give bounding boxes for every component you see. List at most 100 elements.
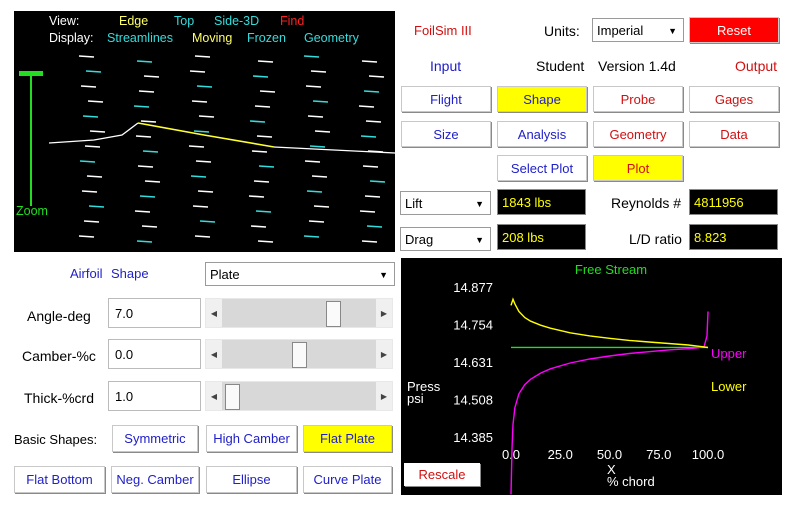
- lift-select[interactable]: Lift ▼: [400, 191, 491, 215]
- view-side3d-option[interactable]: Side-3D: [214, 14, 259, 28]
- airfoil-label: Airfoil: [70, 266, 103, 281]
- streamline-dash: [78, 55, 95, 58]
- streamline-dash: [140, 120, 157, 123]
- x-tick-label: 75.0: [646, 447, 671, 462]
- camber-slider-thumb[interactable]: [292, 342, 307, 368]
- rescale-button[interactable]: Rescale: [404, 463, 480, 486]
- streamline-dash: [361, 60, 378, 63]
- streamline-dash: [303, 235, 320, 238]
- streamline-dash: [194, 55, 211, 58]
- streamline-dash: [89, 130, 106, 133]
- chart-title: Free Stream: [575, 262, 647, 277]
- streamline-dash: [195, 160, 212, 163]
- streamline-dash: [255, 210, 272, 213]
- slider-right-arrow-icon[interactable]: ▶: [376, 340, 392, 368]
- streamline-dash: [134, 210, 151, 213]
- thickness-input[interactable]: 1.0: [108, 381, 201, 411]
- zoom-slider-track[interactable]: [30, 71, 32, 206]
- streamline-dash: [313, 205, 330, 208]
- streamline-dash: [139, 195, 156, 198]
- streamline-dash: [249, 120, 266, 123]
- curve-plate-button[interactable]: Curve Plate: [303, 466, 392, 493]
- view-edge-option[interactable]: Edge: [119, 14, 148, 28]
- streamline-dash: [303, 55, 320, 58]
- y-tick-label: 14.754: [453, 318, 493, 333]
- units-select[interactable]: Imperial ▼: [592, 18, 684, 42]
- slider-left-arrow-icon[interactable]: ◀: [206, 340, 222, 368]
- angle-input[interactable]: 7.0: [108, 298, 201, 328]
- flow-view-panel[interactable]: View: Edge Top Side-3D Find Display: Str…: [14, 11, 395, 252]
- view-top-option[interactable]: Top: [174, 14, 194, 28]
- slider-right-arrow-icon[interactable]: ▶: [376, 299, 392, 327]
- slider-left-arrow-icon[interactable]: ◀: [206, 299, 222, 327]
- streamline-dash: [136, 60, 153, 63]
- streamline-dash: [136, 240, 153, 243]
- streamline-dash: [142, 150, 159, 153]
- reset-button[interactable]: Reset: [689, 17, 779, 43]
- shape-label: Shape: [111, 266, 149, 281]
- reynolds-value: 4811956: [689, 189, 778, 215]
- streamline-dash: [257, 240, 274, 243]
- display-moving-option[interactable]: Moving: [192, 31, 232, 45]
- tab-gages[interactable]: Gages: [689, 86, 779, 112]
- shape-select[interactable]: Plate ▼: [205, 262, 395, 286]
- streamline-dash: [257, 60, 274, 63]
- thickness-slider-thumb[interactable]: [225, 384, 240, 410]
- streamline-dash: [310, 70, 327, 73]
- streamline-dash: [304, 160, 321, 163]
- camber-slider[interactable]: ◀ ▶: [205, 339, 393, 369]
- display-streamlines-option[interactable]: Streamlines: [107, 31, 173, 45]
- flow-view-canvas[interactable]: [14, 11, 395, 252]
- neg-camber-button[interactable]: Neg. Camber: [111, 466, 199, 493]
- angle-slider[interactable]: ◀ ▶: [205, 298, 393, 328]
- thickness-slider[interactable]: ◀ ▶: [205, 381, 393, 411]
- select-plot-button[interactable]: Select Plot: [497, 155, 587, 181]
- symmetric-button[interactable]: Symmetric: [112, 425, 198, 452]
- tab-probe[interactable]: Probe: [593, 86, 683, 112]
- slider-left-arrow-icon[interactable]: ◀: [206, 382, 222, 410]
- ellipse-button[interactable]: Ellipse: [206, 466, 297, 493]
- streamline-dash: [359, 210, 376, 213]
- streamline-dash: [197, 190, 214, 193]
- display-geometry-option[interactable]: Geometry: [304, 31, 359, 45]
- streamline-dash: [194, 235, 211, 238]
- plot-button[interactable]: Plot: [593, 155, 683, 181]
- tab-data[interactable]: Data: [689, 121, 779, 147]
- tab-size[interactable]: Size: [401, 121, 491, 147]
- streamline-dash: [82, 115, 99, 118]
- drag-select[interactable]: Drag ▼: [400, 227, 491, 251]
- streamline-dash: [311, 175, 328, 178]
- streamline-dash: [193, 130, 210, 133]
- tab-analysis[interactable]: Analysis: [497, 121, 587, 147]
- upstream-streamline: [48, 122, 139, 144]
- flat-plate-button[interactable]: Flat Plate: [303, 425, 392, 452]
- streamline-dash: [188, 145, 205, 148]
- output-label: Output: [735, 58, 778, 74]
- basic-shapes-label: Basic Shapes:: [14, 432, 98, 447]
- streamline-dash: [84, 145, 101, 148]
- streamline-dash: [251, 150, 268, 153]
- shape-select-value: Plate: [210, 266, 240, 282]
- pressure-plot: 14.877 14.754 14.631 14.508 14.385 0.0 25.0 50.…: [407, 262, 747, 495]
- high-camber-button[interactable]: High Camber: [206, 425, 297, 452]
- streamline-dash: [83, 220, 100, 223]
- slider-right-arrow-icon[interactable]: ▶: [376, 382, 392, 410]
- view-find-option[interactable]: Find: [280, 14, 304, 28]
- streamline-dash: [143, 75, 160, 78]
- display-frozen-option[interactable]: Frozen: [247, 31, 286, 45]
- camber-input[interactable]: 0.0: [108, 339, 201, 369]
- flat-bottom-button[interactable]: Flat Bottom: [14, 466, 105, 493]
- reynolds-label: Reynolds #: [611, 195, 682, 211]
- tab-geometry[interactable]: Geometry: [593, 121, 683, 147]
- angle-slider-thumb[interactable]: [326, 301, 341, 327]
- y-tick-label: 14.385: [453, 430, 493, 445]
- units-value: Imperial: [597, 22, 644, 38]
- streamline-dash: [305, 85, 322, 88]
- zoom-slider-handle[interactable]: [19, 71, 43, 76]
- streamline-dash: [307, 115, 324, 118]
- student-label: Student: [536, 58, 585, 74]
- tab-flight[interactable]: Flight: [401, 86, 491, 112]
- streamline-dash: [364, 195, 381, 198]
- ld-ratio-value: 8.823: [689, 224, 778, 250]
- tab-shape[interactable]: Shape: [497, 86, 587, 112]
